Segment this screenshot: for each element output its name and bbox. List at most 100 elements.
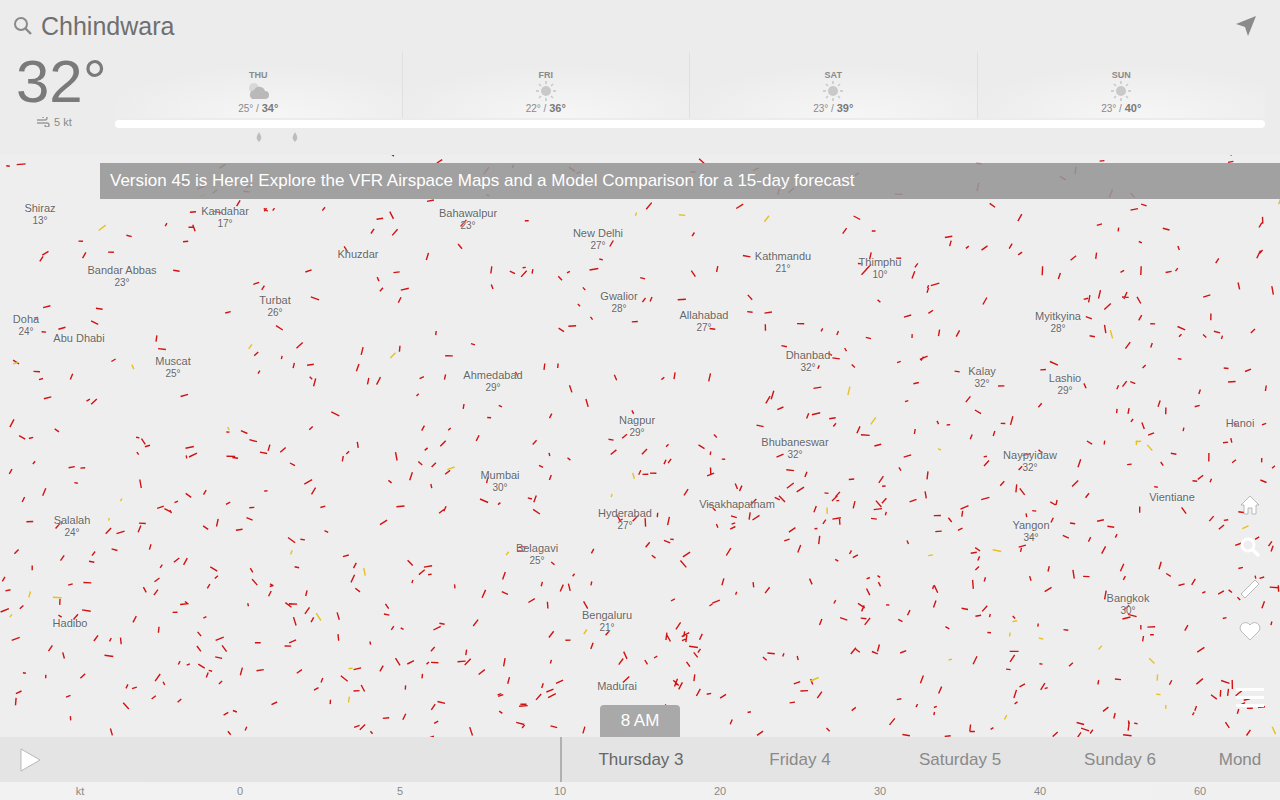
city-label[interactable]: Turbat26° [259, 294, 290, 319]
sun-icon [1110, 80, 1132, 102]
wind-particles [0, 155, 1280, 737]
city-name: Bangkok [1107, 592, 1150, 605]
city-name: Hyderabad [598, 507, 652, 520]
city-temp: 34° [1012, 532, 1049, 544]
city-label[interactable]: Bhubaneswar32° [761, 436, 828, 461]
city-label[interactable]: Madurai [597, 680, 637, 693]
forecast-day-label: SUN [1112, 70, 1131, 80]
rain-cell [690, 128, 978, 144]
city-label[interactable]: Salalah24° [54, 514, 91, 539]
city-name: Mumbai [480, 469, 519, 482]
city-label[interactable]: Bengaluru21° [582, 609, 632, 634]
city-label[interactable]: Bandar Abbas23° [87, 264, 156, 289]
city-temp: 32° [968, 378, 996, 390]
city-label[interactable]: Visakhapatnam [699, 498, 775, 511]
city-label[interactable]: Lashio29° [1049, 372, 1081, 397]
city-label[interactable]: Abu Dhabi [53, 332, 104, 345]
city-label[interactable]: Naypyidaw32° [1003, 449, 1057, 474]
menu-icon[interactable] [1236, 685, 1264, 709]
city-name: Kandahar [201, 205, 249, 218]
forecast-day[interactable]: SAT23° / 39° [690, 52, 978, 118]
timeline-day[interactable]: Friday 4 [720, 737, 880, 782]
wind-map[interactable]: Shiraz13° Kandahar17° Bahawalpur23° New Del… [0, 155, 1280, 737]
city-name: Naypyidaw [1003, 449, 1057, 462]
city-label[interactable]: Hyderabad27° [598, 507, 652, 532]
city-temp: 13° [24, 215, 55, 227]
city-label[interactable]: Kathmandu21° [755, 250, 811, 275]
city-label[interactable]: Myitkyina28° [1035, 310, 1081, 335]
timeline: Thursday 3Friday 4Saturday 5Sunday 6Mond [0, 737, 1280, 782]
city-label[interactable]: Allahabad27° [680, 309, 729, 334]
city-label[interactable]: Muscat25° [155, 355, 190, 380]
city-label[interactable]: Belagavi25° [516, 542, 558, 567]
forecast-day[interactable]: THU25° / 34° [115, 52, 403, 118]
city-name: Bandar Abbas [87, 264, 156, 277]
ruler-icon[interactable] [1238, 577, 1262, 601]
city-label[interactable]: Doha24° [13, 313, 39, 338]
search-icon[interactable] [1238, 535, 1262, 559]
city-temp: 25° [516, 555, 558, 567]
city-label[interactable]: Mumbai30° [480, 469, 519, 494]
search-field[interactable]: Chhindwara [41, 12, 174, 41]
scale-tick: 20 [640, 782, 800, 800]
city-label[interactable]: Thimphu10° [859, 256, 902, 281]
city-temp: 10° [859, 269, 902, 281]
city-label[interactable]: Bangkok30° [1107, 592, 1150, 617]
heart-icon[interactable] [1238, 619, 1262, 643]
forecast-day[interactable]: FRI22° / 36° [403, 52, 691, 118]
timeline-day[interactable]: Sunday 6 [1040, 737, 1200, 782]
wind-scale: kt051020304060 [0, 782, 1280, 800]
scale-tick: 40 [960, 782, 1120, 800]
city-temp: 27° [573, 240, 623, 252]
home-icon[interactable] [1238, 493, 1262, 517]
location-arrow-icon[interactable] [1234, 14, 1258, 38]
city-label[interactable]: Bahawalpur23° [439, 207, 497, 232]
scale-tick: 30 [800, 782, 960, 800]
city-name: Allahabad [680, 309, 729, 322]
rain-drop-icon [291, 132, 299, 142]
city-label[interactable]: Khuzdar [338, 248, 379, 261]
forecast-strip: THU25° / 34°FRI22° / 36°SAT23° / 39°SUN2… [115, 52, 1265, 155]
rain-cell [978, 128, 1266, 144]
sun-icon [535, 80, 557, 102]
rain-cell [115, 128, 403, 144]
search-icon[interactable] [13, 16, 33, 36]
scale-tick: 60 [1120, 782, 1280, 800]
city-label[interactable]: Kandahar17° [201, 205, 249, 230]
play-button[interactable] [0, 737, 60, 782]
city-label[interactable]: Vientiane [1149, 491, 1195, 504]
scale-tick: 0 [160, 782, 320, 800]
current-wind: 5 kt [16, 116, 115, 128]
city-label[interactable]: Kalay32° [968, 365, 996, 390]
timeline-day[interactable]: Saturday 5 [880, 737, 1040, 782]
city-label[interactable]: Ahmedabad29° [463, 369, 522, 394]
city-name: Bengaluru [582, 609, 632, 622]
timeline-day[interactable]: Mond [1200, 737, 1280, 782]
city-label[interactable]: Hanoi [1226, 417, 1255, 430]
city-name: Hanoi [1226, 417, 1255, 430]
city-label[interactable]: Gwalior28° [600, 290, 637, 315]
forecast-track[interactable] [115, 120, 1265, 128]
city-name: Lashio [1049, 372, 1081, 385]
city-temp: 28° [1035, 323, 1081, 335]
city-label[interactable]: Yangon34° [1012, 519, 1049, 544]
timeline-day[interactable]: Thursday 3 [560, 737, 720, 782]
city-temp: 23° [439, 220, 497, 232]
city-temp: 23° [87, 277, 156, 289]
city-label[interactable]: New Delhi27° [573, 227, 623, 252]
city-temp: 27° [598, 520, 652, 532]
city-label[interactable]: Dhanbad32° [786, 349, 831, 374]
forecast-day[interactable]: SUN23° / 40° [978, 52, 1266, 118]
rain-drop-icon [255, 132, 263, 142]
city-name: Bhubaneswar [761, 436, 828, 449]
city-label[interactable]: Nagpur29° [619, 414, 655, 439]
city-label[interactable]: Shiraz13° [24, 202, 55, 227]
forecast-day-label: THU [249, 70, 268, 80]
weather-app: Chhindwara 32° 5 ktTHU25° / 34°FRI22° / 36… [0, 0, 1280, 800]
city-name: Dhanbad [786, 349, 831, 362]
city-name: Madurai [597, 680, 637, 693]
city-name: Abu Dhabi [53, 332, 104, 345]
city-label[interactable]: Hadibo [53, 617, 88, 630]
search-bar: Chhindwara [0, 0, 1280, 52]
update-banner[interactable]: Version 45 is Here! Explore the VFR Airs… [100, 163, 1280, 199]
